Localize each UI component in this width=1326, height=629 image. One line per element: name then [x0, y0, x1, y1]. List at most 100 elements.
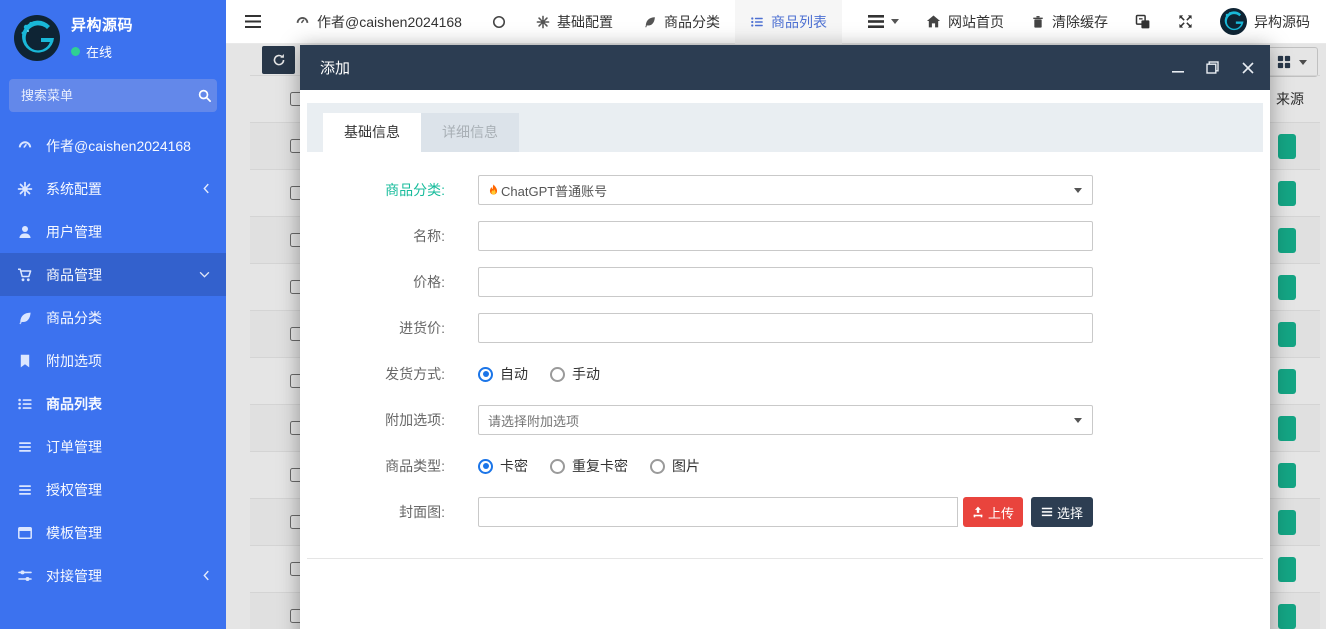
radio-unselected-icon — [650, 459, 665, 474]
price-label: 价格: — [340, 272, 445, 292]
addon-select[interactable]: 请选择附加选项 — [478, 405, 1093, 435]
category-value: ChatGPT普通账号 — [501, 181, 607, 200]
chevron-left-icon — [203, 183, 210, 194]
user-menu[interactable]: 异构源码 — [1220, 8, 1310, 35]
sidebar-item-product-category[interactable]: 商品分类 — [0, 296, 226, 339]
tab-detail-info[interactable]: 详细信息 — [421, 113, 519, 152]
chevron-left-icon — [203, 570, 210, 581]
name-input[interactable] — [478, 221, 1093, 251]
close-icon[interactable] — [1241, 61, 1254, 74]
cover-label: 封面图: — [340, 502, 445, 522]
radio-label: 卡密 — [500, 456, 528, 476]
translate-icon[interactable] — [1135, 14, 1151, 30]
sidebar-item-order-management[interactable]: 订单管理 — [0, 425, 226, 468]
tab-product-category[interactable]: 商品分类 — [628, 0, 735, 44]
dashboard-icon — [17, 138, 33, 154]
type-card-radio[interactable]: 卡密 — [478, 456, 528, 476]
radio-selected-icon — [478, 367, 493, 382]
leaf-icon — [17, 310, 33, 326]
top-navbar: 作者@caishen2024168 基础配置 商品分类 商品列表 网站首页 — [226, 0, 1326, 44]
choose-button[interactable]: 选择 — [1031, 497, 1093, 527]
delivery-label: 发货方式: — [340, 364, 445, 384]
sidebar-item-product-management[interactable]: 商品管理 — [0, 253, 226, 296]
tab-author[interactable]: 作者@caishen2024168 — [280, 0, 477, 44]
clear-cache-button[interactable]: 清除缓存 — [1031, 12, 1108, 32]
clear-cache-label: 清除缓存 — [1052, 12, 1108, 32]
sliders-icon — [17, 568, 33, 584]
modal-header[interactable]: 添加 — [300, 45, 1270, 90]
tabs-menu-button[interactable] — [868, 15, 899, 28]
cart-icon — [17, 267, 33, 283]
delivery-auto-radio[interactable]: 自动 — [478, 364, 528, 384]
site-home-label: 网站首页 — [948, 12, 1004, 32]
radio-unselected-icon — [550, 367, 565, 382]
app-logo — [14, 15, 60, 61]
upload-icon — [972, 506, 984, 518]
add-product-modal: 添加 基础信息 详细信息 商品分类: ChatGPT普通账号 — [300, 45, 1270, 629]
sidebar-item-license-management[interactable]: 授权管理 — [0, 468, 226, 511]
tab-basic-info[interactable]: 基础信息 — [323, 113, 421, 152]
addon-label: 附加选项: — [340, 410, 445, 430]
caret-down-icon — [1074, 418, 1082, 423]
app-title: 异构源码 — [71, 14, 133, 35]
avatar — [1220, 8, 1247, 35]
cost-label: 进货价: — [340, 318, 445, 338]
sidebar-logo-row: 异构源码 在线 — [0, 0, 226, 71]
site-home-link[interactable]: 网站首页 — [926, 12, 1004, 32]
sidebar-item-label: 授权管理 — [46, 480, 102, 500]
type-repeat-card-radio[interactable]: 重复卡密 — [550, 456, 628, 476]
menu-search-input[interactable] — [21, 88, 197, 103]
delivery-manual-radio[interactable]: 手动 — [550, 364, 600, 384]
fullscreen-icon[interactable] — [1178, 14, 1193, 29]
online-status-dot — [71, 47, 80, 56]
category-select[interactable]: ChatGPT普通账号 — [478, 175, 1093, 205]
tab-label: 基础配置 — [557, 12, 613, 32]
sidebar-menu: 作者@caishen2024168 系统配置 用户管理 商品管理 商品分类 附加… — [0, 124, 226, 597]
sidebar-item-label: 系统配置 — [46, 179, 102, 199]
tab-label: 商品列表 — [771, 12, 827, 32]
caret-down-icon — [1074, 188, 1082, 193]
sidebar-item-label: 商品管理 — [46, 265, 102, 285]
type-label: 商品类型: — [340, 456, 445, 476]
type-image-radio[interactable]: 图片 — [650, 456, 700, 476]
sidebar-item-author[interactable]: 作者@caishen2024168 — [0, 124, 226, 167]
sidebar-item-user-management[interactable]: 用户管理 — [0, 210, 226, 253]
modal-title: 添加 — [320, 57, 350, 78]
radio-label: 自动 — [500, 364, 528, 384]
sidebar-search[interactable] — [9, 79, 217, 112]
sidebar-item-product-list[interactable]: 商品列表 — [0, 382, 226, 425]
radio-selected-icon — [478, 459, 493, 474]
sidebar-item-label: 模板管理 — [46, 523, 102, 543]
sidebar-item-integration-management[interactable]: 对接管理 — [0, 554, 226, 597]
maximize-icon[interactable] — [1206, 61, 1219, 74]
sidebar-item-addon-options[interactable]: 附加选项 — [0, 339, 226, 382]
bookmark-icon — [17, 353, 33, 369]
sidebar-item-label: 用户管理 — [46, 222, 102, 242]
cover-image-input[interactable] — [478, 497, 958, 527]
sidebar-toggle-icon[interactable] — [226, 15, 280, 29]
radio-label: 手动 — [572, 364, 600, 384]
gear-icon — [536, 15, 550, 29]
sidebar-item-system-config[interactable]: 系统配置 — [0, 167, 226, 210]
caret-down-icon — [891, 19, 899, 24]
tab-basic-config[interactable]: 基础配置 — [521, 0, 628, 44]
flame-icon — [488, 184, 499, 197]
upload-button-label: 上传 — [988, 503, 1014, 522]
cost-price-input[interactable] — [478, 313, 1093, 343]
trash-icon — [1031, 15, 1045, 29]
list-icon — [17, 396, 33, 412]
tab-loading[interactable] — [477, 0, 521, 44]
sidebar-item-template-management[interactable]: 模板管理 — [0, 511, 226, 554]
sidebar-item-label: 商品列表 — [46, 394, 102, 414]
sidebar-item-label: 商品分类 — [46, 308, 102, 328]
upload-button[interactable]: 上传 — [963, 497, 1023, 527]
tab-product-list[interactable]: 商品列表 — [735, 0, 842, 44]
navbar-tabs: 作者@caishen2024168 基础配置 商品分类 商品列表 — [280, 0, 842, 44]
sidebar-item-label: 订单管理 — [46, 437, 102, 457]
search-icon[interactable] — [197, 88, 212, 103]
radio-label: 重复卡密 — [572, 456, 628, 476]
user-icon — [17, 224, 33, 240]
minimize-icon[interactable] — [1171, 61, 1184, 74]
price-input[interactable] — [478, 267, 1093, 297]
navbar-right: 网站首页 清除缓存 异构源码 — [868, 8, 1326, 35]
